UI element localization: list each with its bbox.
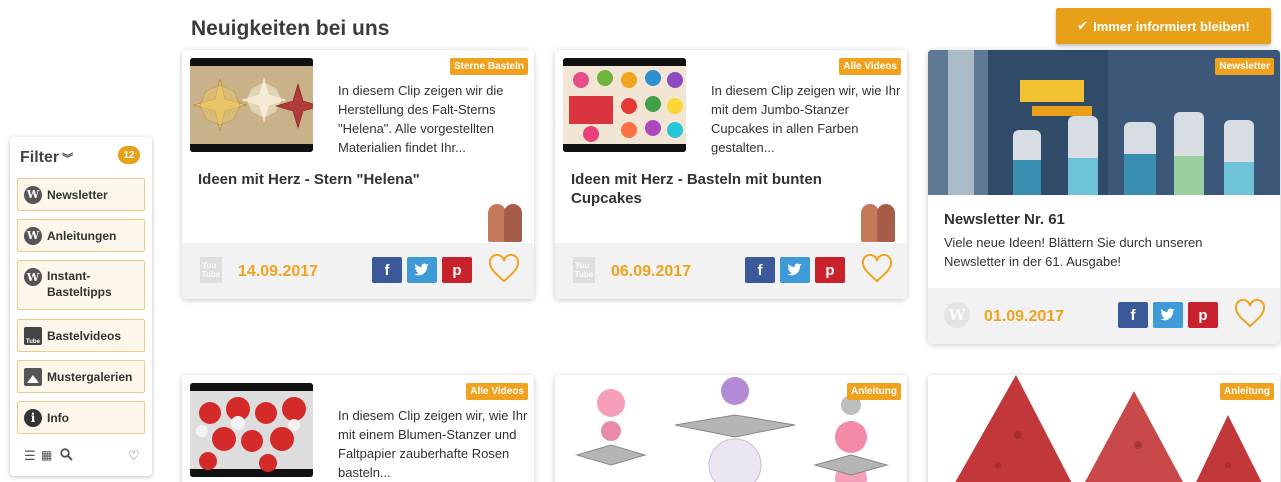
authors-avatar xyxy=(486,202,524,242)
filter-anleitungen[interactable]: W Anleitungen xyxy=(17,219,145,252)
filter-newsletter[interactable]: W Newsletter xyxy=(17,178,145,211)
card-date: 14.09.2017 xyxy=(238,263,319,280)
grid-view-icon[interactable]: ▦ xyxy=(41,448,52,462)
favorite-heart-icon[interactable] xyxy=(488,253,520,285)
category-tag[interactable]: Alle Videos xyxy=(466,383,528,400)
facebook-share-button[interactable]: f xyxy=(745,257,775,283)
category-tag[interactable]: Anleitung xyxy=(846,383,901,400)
video-thumbnail[interactable] xyxy=(563,58,686,152)
category-tag[interactable]: Anleitung xyxy=(1219,383,1274,400)
card-excerpt: In diesem Clip zeigen wir die Herstellun… xyxy=(338,83,504,155)
page-title: Neuigkeiten bei uns xyxy=(191,17,390,40)
pinterest-share-button[interactable]: p xyxy=(815,257,845,283)
wordpress-icon: W xyxy=(24,185,42,204)
facebook-share-button[interactable]: f xyxy=(1118,302,1148,328)
filter-panel: Filter ︾ 12 W Newsletter W Anleitungen W … xyxy=(10,137,152,476)
card-title[interactable]: Ideen mit Herz - Stern "Helena" xyxy=(198,170,498,189)
filter-toggle[interactable]: Filter ︾ xyxy=(20,149,73,167)
category-tag[interactable]: Sterne Basteln xyxy=(449,58,528,75)
search-icon[interactable] xyxy=(60,448,73,464)
checkmark-icon: ✔ xyxy=(1077,18,1089,33)
news-card[interactable]: Sterne Basteln In diesem Clip zeigen wir… xyxy=(182,50,534,299)
card-date: 01.09.2017 xyxy=(984,308,1065,325)
list-view-icon[interactable]: ☰ xyxy=(24,448,36,464)
filter-title: Filter xyxy=(20,149,60,166)
card-excerpt: In diesem Clip zeigen wir, wie Ihr mit d… xyxy=(711,83,901,155)
wordpress-icon: W xyxy=(944,302,970,328)
image-icon xyxy=(24,367,42,386)
card-excerpt: In diesem Clip zeigen wir, wie Ihr mit e… xyxy=(338,408,528,480)
card-footer: You Tube 06.09.2017 f p xyxy=(555,243,907,299)
view-toolbar: ☰ ▦ ♡ xyxy=(24,448,144,464)
filter-count-badge: 12 xyxy=(118,146,140,164)
video-thumbnail[interactable] xyxy=(190,58,313,152)
news-card[interactable]: Newsletter Newsletter Nr. 61 Viele neue … xyxy=(928,50,1280,344)
youtube-icon: You Tube xyxy=(200,257,222,283)
card-date: 06.09.2017 xyxy=(611,263,692,280)
double-chevron-down-icon: ︾ xyxy=(62,153,74,165)
facebook-share-button[interactable]: f xyxy=(372,257,402,283)
card-footer: W 01.09.2017 f p xyxy=(928,288,1280,344)
youtube-icon: Tube xyxy=(24,326,42,345)
wordpress-icon: W xyxy=(24,268,42,286)
filter-info[interactable]: i Info xyxy=(17,401,145,434)
twitter-share-button[interactable] xyxy=(780,257,810,283)
card-title[interactable]: Newsletter Nr. 61 xyxy=(944,211,1065,228)
filter-label: Bastelvideos xyxy=(47,328,122,343)
filter-label: Info xyxy=(47,410,69,425)
card-title[interactable]: Ideen mit Herz - Basteln mit bunten Cupc… xyxy=(571,170,861,208)
news-card[interactable]: Alle Videos In diesem Clip zeigen wir, w… xyxy=(182,375,534,482)
filter-label: Instant- Basteltipps xyxy=(47,269,112,299)
news-card[interactable]: Anleitung xyxy=(928,375,1280,482)
filter-instant-basteltipps[interactable]: W Instant- Basteltipps xyxy=(17,260,145,310)
heart-icon[interactable]: ♡ xyxy=(128,448,140,464)
filter-label: Anleitungen xyxy=(47,228,117,243)
category-tag[interactable]: Alle Videos xyxy=(839,58,901,75)
category-tag[interactable]: Newsletter xyxy=(1215,58,1274,75)
authors-avatar xyxy=(859,202,897,242)
card-footer: You Tube 14.09.2017 f p xyxy=(182,243,534,299)
info-icon: i xyxy=(24,408,42,427)
favorite-heart-icon[interactable] xyxy=(861,253,893,285)
news-card[interactable]: Alle Videos In diesem Clip zeigen wir, w… xyxy=(555,50,907,299)
news-page: Neuigkeiten bei uns ✔ Immer informiert b… xyxy=(0,0,1281,482)
news-card[interactable]: Anleitung xyxy=(555,375,907,482)
wordpress-icon: W xyxy=(24,226,42,245)
youtube-icon: You Tube xyxy=(573,257,595,283)
video-thumbnail[interactable] xyxy=(190,383,313,477)
twitter-share-button[interactable] xyxy=(1153,302,1183,328)
subscribe-button[interactable]: ✔ Immer informiert bleiben! xyxy=(1056,8,1271,44)
subscribe-label: Immer informiert bleiben! xyxy=(1093,18,1250,34)
filter-label: Newsletter xyxy=(47,187,108,202)
filter-mustergalerien[interactable]: Mustergalerien xyxy=(17,360,145,393)
pinterest-share-button[interactable]: p xyxy=(1188,302,1218,328)
filter-label: Mustergalerien xyxy=(47,369,133,384)
favorite-heart-icon[interactable] xyxy=(1234,298,1266,330)
twitter-share-button[interactable] xyxy=(407,257,437,283)
filter-bastelvideos[interactable]: Tube Bastelvideos xyxy=(17,319,145,352)
card-excerpt: Viele neue Ideen! Blättern Sie durch uns… xyxy=(944,235,1203,269)
pinterest-share-button[interactable]: p xyxy=(442,257,472,283)
